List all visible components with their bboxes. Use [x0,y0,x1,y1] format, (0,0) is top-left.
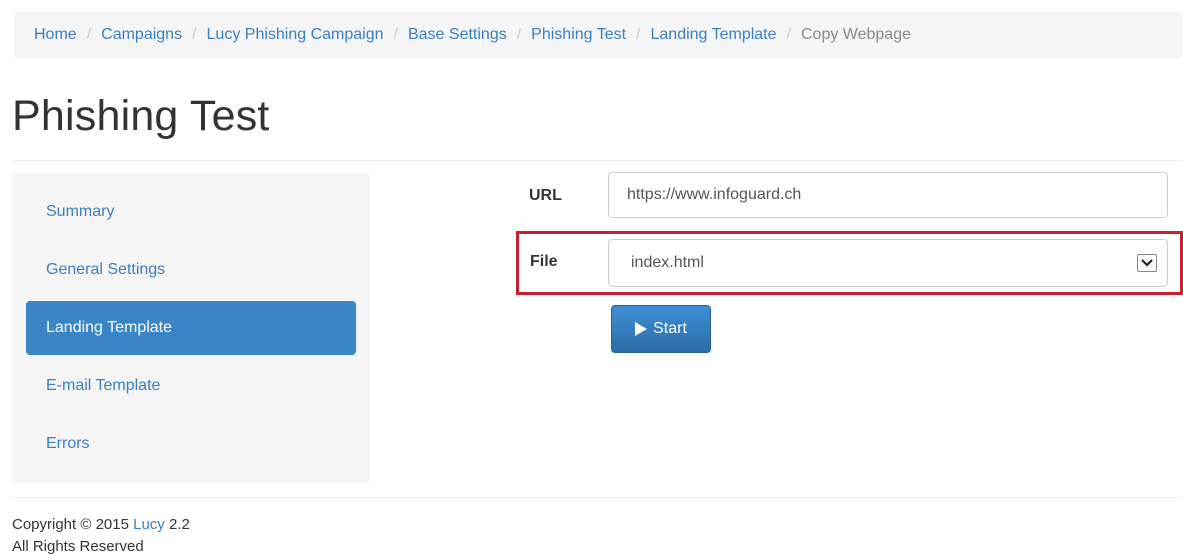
breadcrumb-phishing-test[interactable]: Phishing Test [531,26,626,44]
lucy-link[interactable]: Lucy [133,516,165,533]
url-label: URL [529,187,562,204]
breadcrumb-current: Copy Webpage [800,26,911,43]
sidebar: Summary General Settings Landing Templat… [12,173,370,483]
title-divider [12,160,1183,161]
start-button-label: Start [653,320,687,337]
breadcrumb-separator: / [636,26,641,43]
url-input[interactable]: https://www.infoguard.ch [608,172,1168,218]
breadcrumb-landing-template[interactable]: Landing Template [651,26,777,44]
rights-text: All Rights Reserved [12,538,144,555]
breadcrumb-separator: / [192,26,197,43]
start-button[interactable]: Start [611,305,711,353]
breadcrumb-separator: / [786,26,791,43]
file-label: File [530,253,558,270]
version-text: 2.2 [164,516,190,533]
breadcrumb-campaigns[interactable]: Campaigns [101,26,182,44]
copyright-text: Copyright © 2015 [12,516,134,533]
chevron-down-icon[interactable] [1137,254,1157,272]
file-select[interactable]: index.html [608,239,1168,287]
sidebar-item-email-template[interactable]: E-mail Template [26,359,356,413]
breadcrumb-campaign[interactable]: Lucy Phishing Campaign [207,26,384,44]
breadcrumb-separator: / [86,26,92,43]
sidebar-item-landing-template[interactable]: Landing Template [26,301,356,355]
url-input-value: https://www.infoguard.ch [627,186,802,203]
footer-divider [12,497,1183,498]
footer: Copyright © 2015 Lucy 2.2 All Rights Res… [12,514,190,558]
breadcrumb-base-settings[interactable]: Base Settings [408,26,507,44]
sidebar-item-errors[interactable]: Errors [26,417,356,471]
sidebar-item-summary[interactable]: Summary [26,185,356,239]
file-select-value: index.html [631,254,704,271]
copyright-line: Copyright © 2015 Lucy 2.2 [12,514,190,536]
page-title: Phishing Test [12,92,270,140]
play-icon [635,322,648,336]
breadcrumb-separator: / [393,26,398,43]
breadcrumb: Home / Campaigns / Lucy Phishing Campaig… [14,12,1183,58]
breadcrumb-separator: / [516,26,522,43]
breadcrumb-home[interactable]: Home [34,26,77,44]
sidebar-item-general-settings[interactable]: General Settings [26,243,356,297]
